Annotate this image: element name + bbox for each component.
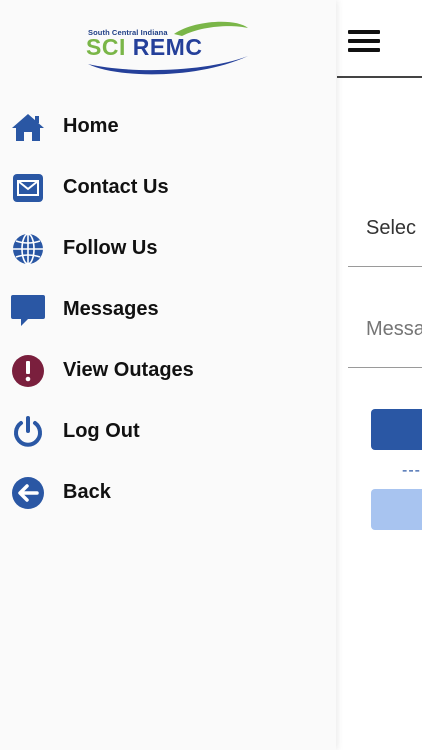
home-icon	[12, 114, 44, 141]
submit-button[interactable]	[371, 409, 422, 450]
secondary-button[interactable]	[371, 489, 422, 530]
select-underline	[348, 266, 422, 267]
menu-item-view-outages[interactable]: View Outages	[0, 343, 336, 399]
select-dropdown[interactable]: Selec	[366, 217, 416, 240]
logo-title-sci: SCI	[86, 34, 126, 60]
menu-item-back[interactable]: Back	[0, 465, 336, 521]
envelope-icon	[13, 174, 43, 202]
menu-item-log-out[interactable]: Log Out	[0, 404, 336, 460]
hamburger-menu-icon[interactable]	[348, 30, 380, 56]
message-input[interactable]	[366, 318, 422, 341]
sci-remc-logo: South Central Indiana SCI REMC	[86, 20, 251, 78]
menu-item-contact-us[interactable]: Contact Us	[0, 160, 336, 216]
menu-item-follow-us[interactable]: Follow Us	[0, 221, 336, 277]
menu-item-label: View Outages	[63, 359, 194, 381]
chat-bubble-icon	[11, 295, 45, 326]
background-screen	[336, 0, 422, 750]
logo-title: SCI REMC	[86, 34, 202, 61]
dash-link[interactable]: ---	[402, 462, 421, 480]
menu-item-label: Back	[63, 481, 111, 503]
header-divider	[337, 76, 422, 78]
menu-item-label: Home	[63, 115, 119, 137]
menu-item-label: Follow Us	[63, 237, 158, 259]
navigation-drawer: South Central Indiana SCI REMC Home Cont…	[0, 0, 336, 750]
power-icon	[14, 416, 42, 447]
alert-icon	[12, 355, 44, 387]
message-underline	[348, 367, 422, 368]
menu-item-home[interactable]: Home	[0, 99, 336, 155]
globe-icon	[13, 233, 43, 265]
menu-item-label: Messages	[63, 298, 159, 320]
menu-item-messages[interactable]: Messages	[0, 282, 336, 338]
menu-item-label: Log Out	[63, 420, 140, 442]
logo-title-remc: REMC	[132, 34, 203, 60]
back-arrow-icon	[12, 477, 44, 509]
menu-item-label: Contact Us	[63, 176, 169, 198]
